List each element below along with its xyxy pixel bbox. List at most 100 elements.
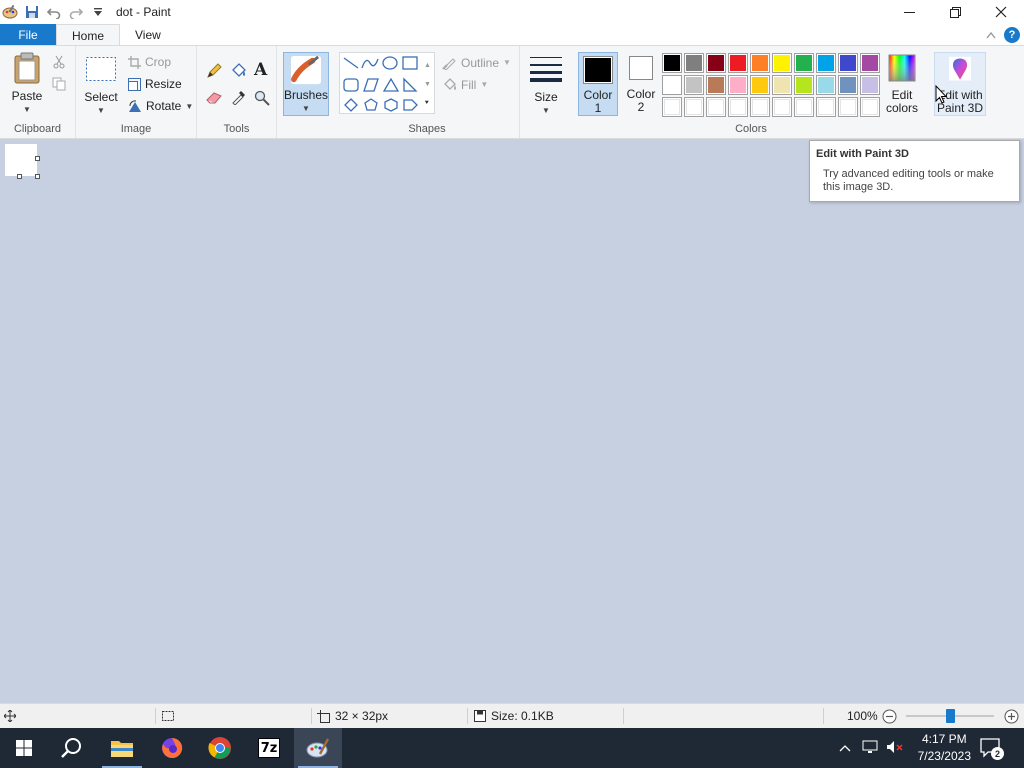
start-button[interactable] <box>0 728 48 768</box>
minimize-button[interactable] <box>886 0 932 24</box>
palette-swatch[interactable] <box>684 97 704 117</box>
palette-swatch[interactable] <box>816 75 836 95</box>
palette-swatch[interactable] <box>772 97 792 117</box>
close-button[interactable] <box>978 0 1024 24</box>
paint3d-tooltip: Edit with Paint 3D Try advanced editing … <box>809 140 1020 202</box>
minimize-ribbon-icon[interactable] <box>986 28 996 42</box>
palette-swatch[interactable] <box>794 75 814 95</box>
shapes-scroll-icon[interactable]: ▲ ▼ ⯆ <box>424 56 431 113</box>
palette-swatch[interactable] <box>728 53 748 73</box>
volume-muted-icon[interactable] <box>886 740 904 757</box>
palette-swatch[interactable] <box>860 53 880 73</box>
color2-button[interactable]: Color 2 <box>622 56 660 114</box>
rotate-button[interactable]: Rotate ▼ <box>128 99 193 113</box>
palette-swatch[interactable] <box>838 53 858 73</box>
canvas-workspace[interactable] <box>0 139 1024 703</box>
select-button[interactable]: Select ▼ <box>84 56 118 117</box>
cut-icon[interactable] <box>52 55 66 72</box>
palette-swatch[interactable] <box>728 75 748 95</box>
zoom-slider[interactable] <box>906 709 996 723</box>
crop-button[interactable]: Crop <box>128 55 171 69</box>
redo-icon[interactable] <box>68 4 84 20</box>
status-divider <box>155 708 156 724</box>
resize-handle-right[interactable] <box>35 156 40 161</box>
image-canvas[interactable] <box>5 144 37 176</box>
notifications-button[interactable]: 2 <box>980 738 1004 761</box>
resize-handle-bottom[interactable] <box>17 174 22 179</box>
outline-button[interactable]: Outline ▼ <box>442 55 511 70</box>
palette-swatch[interactable] <box>750 97 770 117</box>
resize-handle-corner[interactable] <box>35 174 40 179</box>
size-button[interactable]: Size ▼ <box>528 54 564 117</box>
palette-swatch[interactable] <box>794 53 814 73</box>
palette-swatch[interactable] <box>706 53 726 73</box>
magnifier-icon[interactable] <box>254 90 270 109</box>
palette-swatch[interactable] <box>750 75 770 95</box>
color2-label-line2: 2 <box>637 100 645 114</box>
firefox-taskbar[interactable] <box>148 728 196 768</box>
windows-logo-icon <box>16 740 32 756</box>
file-explorer-taskbar[interactable] <box>98 728 146 768</box>
network-icon[interactable] <box>862 740 878 757</box>
firefox-icon <box>162 737 183 758</box>
maximize-button[interactable] <box>932 0 978 24</box>
save-icon[interactable] <box>24 4 40 20</box>
palette-swatch[interactable] <box>816 97 836 117</box>
palette-swatch[interactable] <box>706 75 726 95</box>
palette-swatch[interactable] <box>684 75 704 95</box>
palette-swatch[interactable] <box>706 97 726 117</box>
shapes-gallery[interactable] <box>339 52 435 114</box>
paste-button[interactable]: Paste ▼ <box>8 52 46 116</box>
palette-swatch[interactable] <box>728 97 748 117</box>
paint-taskbar[interactable] <box>294 728 342 768</box>
copy-icon[interactable] <box>52 77 66 94</box>
zoom-slider-thumb[interactable] <box>945 709 955 723</box>
paint-palette-icon <box>306 738 330 758</box>
pencil-icon[interactable] <box>206 63 222 82</box>
palette-swatch[interactable] <box>662 97 682 117</box>
chrome-taskbar[interactable] <box>196 728 244 768</box>
brushes-button[interactable]: Brushes ▼ <box>283 52 329 116</box>
palette-swatch[interactable] <box>772 75 792 95</box>
palette-swatch[interactable] <box>838 75 858 95</box>
color-picker-icon[interactable] <box>231 89 247 108</box>
resize-button[interactable]: Resize <box>128 77 182 91</box>
tab-home[interactable]: Home <box>56 24 121 46</box>
taskbar-clock[interactable]: 4:17 PM 7/23/2023 <box>918 731 971 765</box>
status-bar: 32 × 32px Size: 0.1KB 100% <box>0 703 1024 728</box>
eraser-icon[interactable] <box>206 90 223 107</box>
zoom-out-button[interactable] <box>882 704 897 728</box>
fill-bucket-icon[interactable] <box>230 62 247 82</box>
palette-swatch[interactable] <box>794 97 814 117</box>
window-title: dot - Paint <box>116 5 171 19</box>
palette-swatch[interactable] <box>750 53 770 73</box>
customize-qat-icon[interactable] <box>90 4 106 20</box>
zoom-in-button[interactable] <box>1004 704 1019 728</box>
shapes-group-label: Shapes <box>408 123 446 135</box>
help-icon[interactable]: ? <box>1004 27 1020 43</box>
size-dropdown-icon: ▼ <box>542 106 550 115</box>
palette-swatch[interactable] <box>684 53 704 73</box>
search-button[interactable] <box>48 728 96 768</box>
fill-button[interactable]: Fill ▼ <box>442 77 488 92</box>
palette-swatch[interactable] <box>816 53 836 73</box>
undo-icon[interactable] <box>46 4 62 20</box>
text-tool-icon[interactable]: A <box>254 60 267 80</box>
color1-button[interactable]: Color 1 <box>578 52 618 116</box>
image-group-label: Image <box>120 123 152 135</box>
size-label: Size <box>534 90 558 104</box>
disk-icon <box>474 710 486 722</box>
paint-app-icon[interactable] <box>2 4 18 20</box>
palette-swatch[interactable] <box>662 53 682 73</box>
show-hidden-icons[interactable] <box>839 741 851 755</box>
palette-swatch[interactable] <box>662 75 682 95</box>
palette-swatch[interactable] <box>772 53 792 73</box>
tab-view[interactable]: View <box>120 24 176 46</box>
palette-swatch[interactable] <box>860 97 880 117</box>
palette-swatch[interactable] <box>860 75 880 95</box>
brush-icon <box>291 55 321 85</box>
7zip-taskbar[interactable]: 7z <box>245 728 293 768</box>
edit-colors-button[interactable]: Edit colors <box>884 54 920 115</box>
tab-file[interactable]: File <box>0 24 56 46</box>
palette-swatch[interactable] <box>838 97 858 117</box>
